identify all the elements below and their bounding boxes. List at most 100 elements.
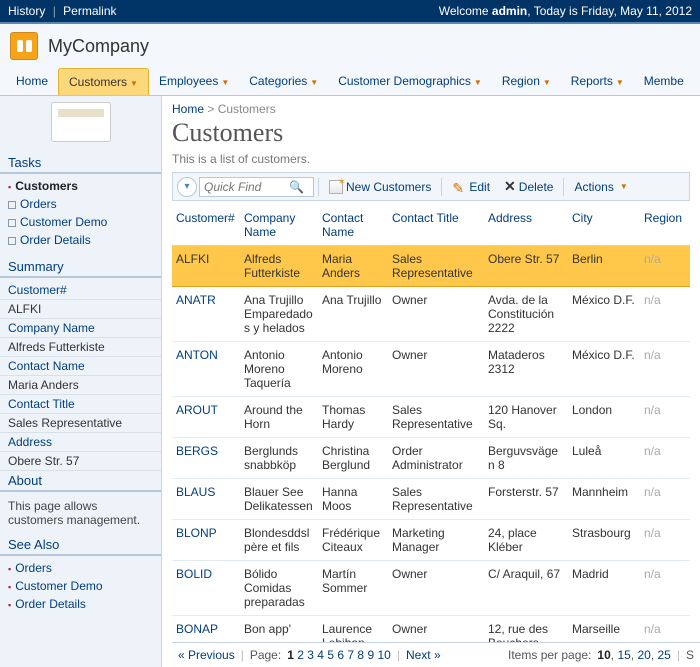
- quick-find[interactable]: 🔍: [199, 177, 314, 197]
- pager-ipp-option[interactable]: 25: [658, 648, 671, 662]
- table-row[interactable]: AROUTAround the HornThomas HardySales Re…: [172, 397, 690, 438]
- menu-categories[interactable]: Categories▼: [239, 68, 328, 95]
- summary-label[interactable]: Contact Name: [0, 357, 161, 376]
- sidebar-task-item[interactable]: Orders: [8, 195, 153, 213]
- new-button[interactable]: New Customers: [323, 178, 437, 196]
- table-cell: Mataderos 2312: [484, 342, 568, 397]
- table-cell: Sales Representative: [388, 397, 484, 438]
- pager-page[interactable]: 4: [317, 648, 324, 662]
- seealso-list: ▪Orders▪Customer Demo▪Order Details: [0, 559, 161, 621]
- table-cell: Blondesddsl père et fils: [240, 520, 318, 561]
- pager-page-label: Page:: [250, 648, 281, 662]
- pager-page[interactable]: 5: [327, 648, 334, 662]
- pager: « Previous | Page: 1 2 3 4 5 6 7 8 9 10 …: [172, 642, 700, 667]
- table-row[interactable]: BOLIDBólido Comidas preparadasMartín Som…: [172, 561, 690, 616]
- breadcrumb-home[interactable]: Home: [172, 102, 204, 116]
- pager-next[interactable]: Next »: [406, 648, 441, 662]
- menu-employees[interactable]: Employees▼: [149, 68, 239, 95]
- page-description: This is a list of customers.: [172, 152, 690, 166]
- menu-reports[interactable]: Reports▼: [561, 68, 634, 95]
- seealso-title: See Also: [0, 535, 161, 556]
- search-icon[interactable]: 🔍: [289, 180, 304, 194]
- pager-page[interactable]: 9: [367, 648, 374, 662]
- table-cell: Thomas Hardy: [318, 397, 388, 438]
- column-header[interactable]: Customer#: [172, 205, 240, 246]
- column-header[interactable]: Company Name: [240, 205, 318, 246]
- page-title: Customers: [172, 118, 690, 148]
- table-cell[interactable]: ANTON: [172, 342, 240, 397]
- pager-page[interactable]: 10: [377, 648, 390, 662]
- sidebar-task-item[interactable]: Customer Demo: [8, 213, 153, 231]
- pager-show[interactable]: S: [686, 648, 694, 662]
- table-cell[interactable]: BOLID: [172, 561, 240, 616]
- box-icon: [8, 219, 16, 227]
- summary-label[interactable]: Address: [0, 433, 161, 452]
- menu-home[interactable]: Home: [6, 68, 58, 95]
- company-name: MyCompany: [48, 36, 149, 57]
- table-row[interactable]: ALFKIAlfreds FutterkisteMaria AndersSale…: [172, 246, 690, 287]
- table-row[interactable]: BLAUSBlauer See DelikatessenHanna MoosSa…: [172, 479, 690, 520]
- table-cell: Martín Sommer: [318, 561, 388, 616]
- table-cell: Frédérique Citeaux: [318, 520, 388, 561]
- table-cell[interactable]: ALFKI: [172, 246, 240, 287]
- welcome-text: Welcome admin, Today is Friday, May 11, …: [439, 4, 692, 18]
- menu-customers[interactable]: Customers▼: [58, 68, 149, 95]
- summary-value: ALFKI: [0, 300, 161, 319]
- column-header[interactable]: Address: [484, 205, 568, 246]
- seealso-item[interactable]: ▪Order Details: [8, 595, 153, 613]
- pager-prev[interactable]: « Previous: [178, 648, 235, 662]
- table-cell: n/a: [640, 561, 690, 616]
- summary-label[interactable]: Company Name: [0, 319, 161, 338]
- menu-members[interactable]: Membe: [634, 68, 694, 95]
- edit-button[interactable]: Edit: [446, 178, 496, 196]
- table-row[interactable]: ANATRAna Trujillo Emparedados y heladosA…: [172, 287, 690, 342]
- pager-page[interactable]: 8: [357, 648, 364, 662]
- summary-label[interactable]: Customer#: [0, 281, 161, 300]
- company-logo-icon: [10, 32, 38, 60]
- tasks-list: ▪CustomersOrdersCustomer DemoOrder Detai…: [0, 177, 161, 257]
- table-cell[interactable]: ANATR: [172, 287, 240, 342]
- top-bar: History | Permalink Welcome admin, Today…: [0, 0, 700, 24]
- sidebar-task-item[interactable]: Order Details: [8, 231, 153, 249]
- table-row[interactable]: ANTONAntonio Moreno TaqueríaAntonio More…: [172, 342, 690, 397]
- column-header[interactable]: Region: [640, 205, 690, 246]
- summary-value: Maria Anders: [0, 376, 161, 395]
- pager-page[interactable]: 3: [307, 648, 314, 662]
- table-row[interactable]: BERGSBerglunds snabbköpChristina Berglun…: [172, 438, 690, 479]
- summary-value: Alfreds Futterkiste: [0, 338, 161, 357]
- bullet-icon: ▪: [8, 582, 11, 592]
- sidebar-task-item[interactable]: ▪Customers: [8, 177, 153, 195]
- breadcrumb: Home > Customers: [172, 102, 690, 116]
- summary-label[interactable]: Contact Title: [0, 395, 161, 414]
- bullet-icon: ▪: [8, 600, 11, 610]
- table-cell[interactable]: BLAUS: [172, 479, 240, 520]
- table-cell: Strasbourg: [568, 520, 640, 561]
- table-cell[interactable]: AROUT: [172, 397, 240, 438]
- pager-page[interactable]: 7: [347, 648, 354, 662]
- pager-ipp-option[interactable]: 20: [637, 648, 650, 662]
- delete-button[interactable]: ✕Delete: [498, 176, 559, 197]
- pager-page[interactable]: 2: [297, 648, 304, 662]
- table-cell[interactable]: BERGS: [172, 438, 240, 479]
- column-header[interactable]: Contact Title: [388, 205, 484, 246]
- column-header[interactable]: Contact Name: [318, 205, 388, 246]
- table-row[interactable]: BLONPBlondesddsl père et filsFrédérique …: [172, 520, 690, 561]
- history-link[interactable]: History: [8, 4, 45, 18]
- pager-page: 1: [287, 648, 294, 662]
- seealso-item[interactable]: ▪Orders: [8, 559, 153, 577]
- table-cell: Berglunds snabbköp: [240, 438, 318, 479]
- caret-down-icon: ▼: [221, 78, 229, 87]
- breadcrumb-current: Customers: [218, 102, 276, 116]
- quick-find-input[interactable]: [204, 180, 289, 194]
- table-cell[interactable]: BLONP: [172, 520, 240, 561]
- permalink-link[interactable]: Permalink: [63, 4, 116, 18]
- menu-demographics[interactable]: Customer Demographics▼: [328, 68, 492, 95]
- pager-ipp-option[interactable]: 15: [617, 648, 630, 662]
- seealso-item[interactable]: ▪Customer Demo: [8, 577, 153, 595]
- column-header[interactable]: City: [568, 205, 640, 246]
- view-selector-button[interactable]: ▾: [177, 177, 197, 197]
- table-cell: Mannheim: [568, 479, 640, 520]
- actions-button[interactable]: Actions▼: [568, 178, 633, 196]
- menu-region[interactable]: Region▼: [492, 68, 561, 95]
- pager-page[interactable]: 6: [337, 648, 344, 662]
